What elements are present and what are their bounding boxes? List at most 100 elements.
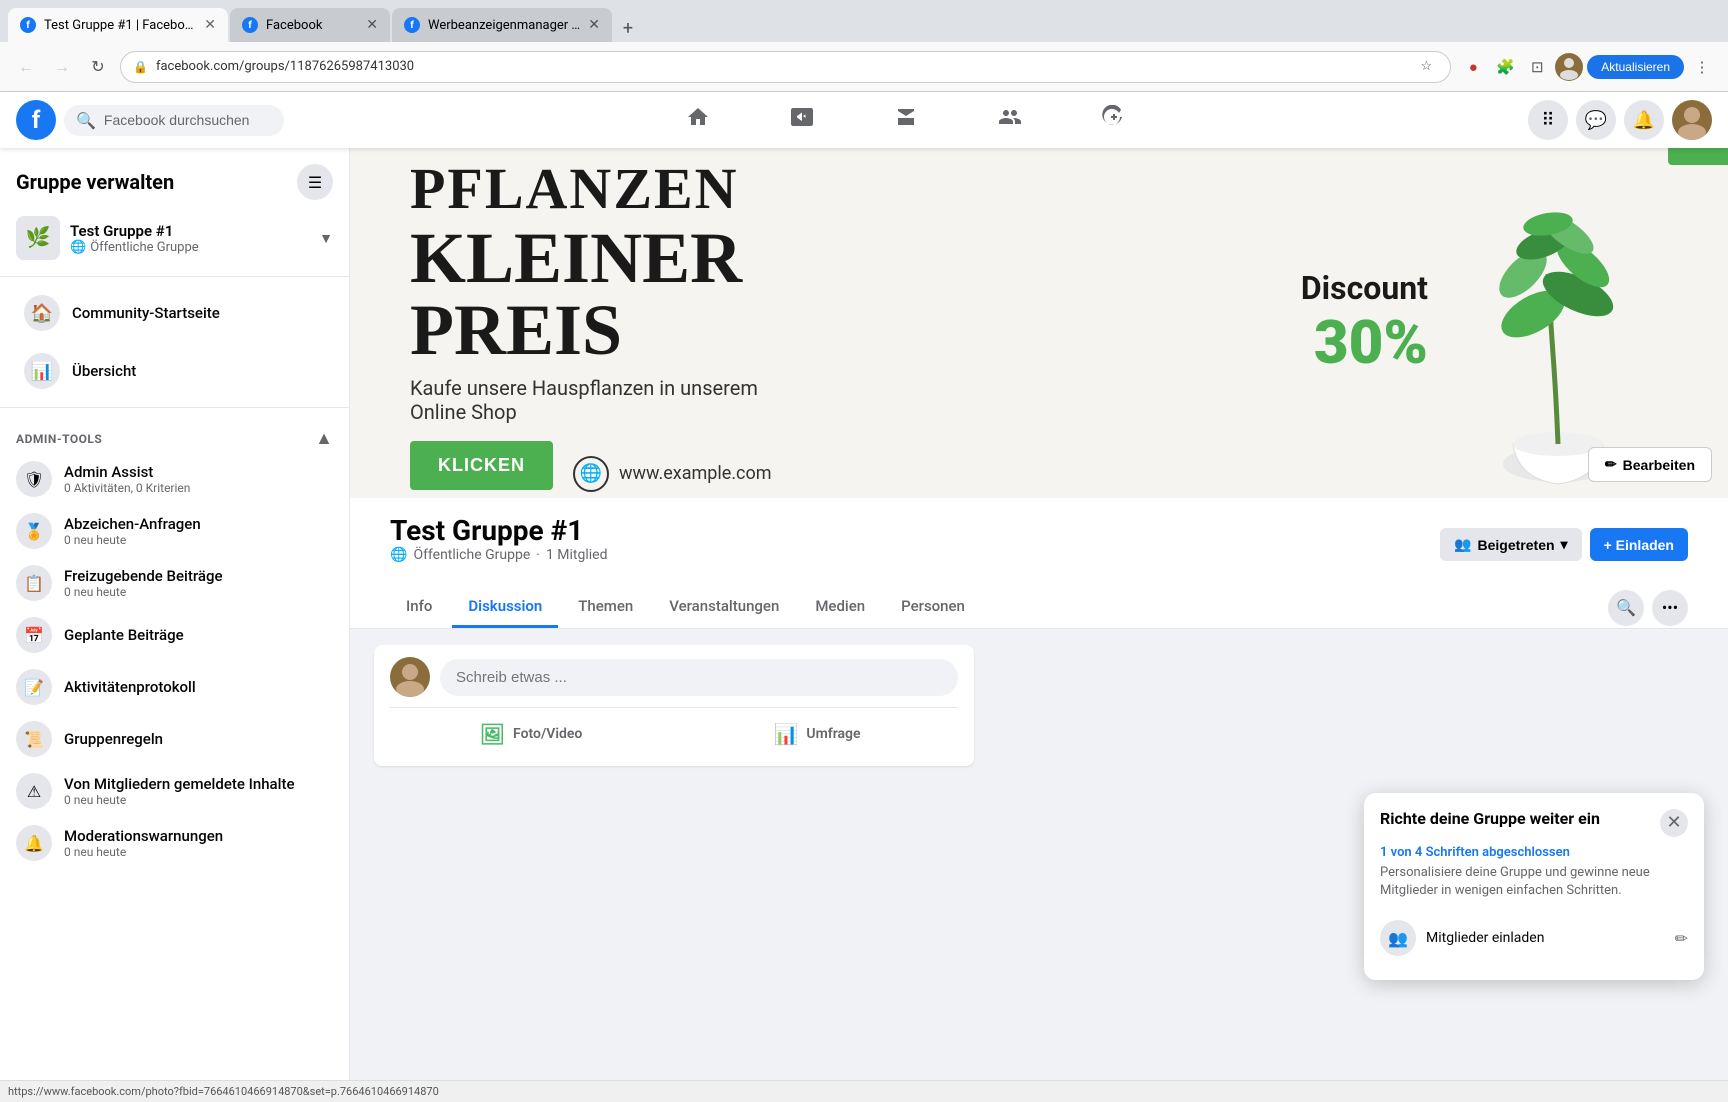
more-tab-btn[interactable]: ••• — [1652, 590, 1688, 626]
fb-nav-center — [284, 96, 1528, 144]
setup-item-edit-icon[interactable]: ✏ — [1675, 929, 1688, 948]
badge-sub: 0 neu heute — [64, 533, 333, 547]
badge-info: Abzeichen-Anfragen 0 neu heute — [64, 515, 333, 547]
admin-item-badge[interactable]: 🏅 Abzeichen-Anfragen 0 neu heute — [0, 505, 349, 557]
menu-icon[interactable]: ⋮ — [1688, 53, 1716, 81]
search-icon: 🔍 — [76, 111, 96, 130]
sidebar-item-overview[interactable]: 📊 Übersicht — [8, 343, 341, 399]
tab-topics[interactable]: Themen — [562, 587, 649, 628]
sidebar-toggle-btn[interactable]: ☰ — [297, 164, 333, 200]
community-icon: 🏠 — [24, 295, 60, 331]
nav-home[interactable] — [648, 96, 748, 144]
admin-item-mod-warnings[interactable]: 🔔 Moderationswarnungen 0 neu heute — [0, 817, 349, 869]
refresh-btn[interactable]: ↻ — [84, 53, 112, 81]
poll-btn[interactable]: 📊 Umfrage — [676, 714, 958, 754]
admin-item-reported[interactable]: ⚠ Von Mitgliedern gemeldete Inhalte 0 ne… — [0, 765, 349, 817]
split-view-icon[interactable]: ⊡ — [1523, 53, 1551, 81]
sidebar-item-community[interactable]: 🏠 Community-Startseite — [8, 285, 341, 341]
tab-people[interactable]: Personen — [885, 587, 981, 628]
banner-pflanzen: PFLANZEN — [410, 155, 1301, 222]
scheduled-icon: 📅 — [16, 617, 52, 653]
gaming-icon — [1102, 105, 1126, 135]
forward-btn[interactable]: → — [48, 53, 76, 81]
pending-sub: 0 neu heute — [64, 585, 333, 599]
admin-item-admin-assist[interactable]: 🛡 Admin Assist 0 Aktivitäten, 0 Kriterie… — [0, 453, 349, 505]
fb-search-bar[interactable]: 🔍 — [64, 105, 284, 136]
activity-log-info: Aktivitätenprotokoll — [64, 678, 333, 696]
search-input[interactable] — [104, 112, 264, 128]
nav-marketplace[interactable] — [856, 96, 956, 144]
group-name-title: Test Gruppe #1 — [390, 514, 607, 547]
new-tab-btn[interactable]: + — [614, 14, 642, 42]
joined-icon: 👥 — [1454, 536, 1471, 553]
photo-video-btn[interactable]: 🖼 Foto/Video — [390, 714, 672, 754]
extension-icon-red[interactable]: ● — [1459, 53, 1487, 81]
admin-item-scheduled[interactable]: 📅 Geplante Beiträge — [0, 609, 349, 661]
pending-label: Freizugebende Beiträge — [64, 567, 333, 585]
setup-invite-icon: 👥 — [1380, 920, 1416, 956]
nav-video[interactable] — [752, 96, 852, 144]
messenger-btn[interactable]: 💬 — [1576, 100, 1616, 140]
group-name: Test Gruppe #1 — [70, 222, 309, 240]
tab-info[interactable]: Info — [390, 587, 448, 628]
discount-pct: 30% — [1314, 307, 1428, 378]
extensions-icon[interactable]: 🧩 — [1491, 53, 1519, 81]
tab-close-2[interactable]: ✕ — [366, 17, 378, 33]
tab-events[interactable]: Veranstaltungen — [653, 587, 795, 628]
user-avatar[interactable] — [1672, 100, 1712, 140]
banner-kleiner-preis: KLEINER PREIS — [410, 222, 1301, 366]
tab-favicon-3: f — [404, 17, 420, 33]
edit-cover-btn[interactable]: ✏ Bearbeiten — [1588, 447, 1712, 482]
reported-label: Von Mitgliedern gemeldete Inhalte — [64, 775, 333, 793]
browser-tab-3[interactable]: f Werbeanzeigenmanager - Wer... ✕ — [392, 8, 612, 42]
admin-assist-icon: 🛡 — [16, 461, 52, 497]
banner-klicken-btn[interactable]: KLICKEN — [410, 441, 553, 490]
nav-groups[interactable] — [960, 96, 1060, 144]
invite-btn[interactable]: + Einladen — [1590, 528, 1688, 561]
banner-website: 🌐 www.example.com — [573, 456, 772, 492]
setup-close-btn[interactable]: ✕ — [1660, 809, 1688, 837]
post-input[interactable] — [440, 659, 958, 696]
browser-tab-2[interactable]: f Facebook ✕ — [230, 8, 390, 42]
search-tab-btn[interactable]: 🔍 — [1608, 590, 1644, 626]
admin-tools-title: Admin-Tools — [16, 432, 102, 446]
edit-icon: ✏ — [1605, 456, 1617, 473]
nav-gaming[interactable] — [1064, 96, 1164, 144]
tab-media[interactable]: Medien — [799, 587, 881, 628]
update-btn[interactable]: Aktualisieren — [1587, 55, 1684, 79]
browser-profile-icon[interactable] — [1555, 53, 1583, 81]
back-btn[interactable]: ← — [12, 53, 40, 81]
tab-close-1[interactable]: ✕ — [204, 17, 216, 33]
poll-label: Umfrage — [806, 726, 860, 742]
browser-tab-1[interactable]: f Test Gruppe #1 | Facebook ✕ — [8, 8, 228, 42]
setup-header: Richte deine Gruppe weiter ein ✕ — [1380, 809, 1688, 837]
group-title: Test Gruppe #1 🌐 Öffentliche Gruppe · 1 … — [390, 514, 607, 575]
group-type: 🌐 Öffentliche Gruppe — [70, 240, 309, 255]
apps-btn[interactable]: ⠿ — [1528, 100, 1568, 140]
rules-icon: 📜 — [16, 721, 52, 757]
reported-sub: 0 neu heute — [64, 793, 333, 807]
joined-btn[interactable]: 👥 Beigetreten ▾ — [1440, 528, 1582, 561]
admin-item-activity-log[interactable]: 📝 Aktivitätenprotokoll — [0, 661, 349, 713]
notifications-btn[interactable]: 🔔 — [1624, 100, 1664, 140]
url-bar[interactable]: 🔒 facebook.com/groups/11876265987413030 … — [120, 51, 1451, 83]
globe-icon: 🌐 — [573, 456, 609, 492]
tab-actions: 🔍 ••• — [1608, 590, 1688, 626]
mod-warnings-icon: 🔔 — [16, 825, 52, 861]
group-title-row: Test Gruppe #1 🌐 Öffentliche Gruppe · 1 … — [390, 514, 1688, 587]
post-box: 🖼 Foto/Video 📊 Umfrage — [374, 645, 974, 766]
admin-item-pending[interactable]: 📋 Freizugebende Beiträge 0 neu heute — [0, 557, 349, 609]
admin-item-rules[interactable]: 📜 Gruppenregeln — [0, 713, 349, 765]
group-item[interactable]: 🌿 Test Gruppe #1 🌐 Öffentliche Gruppe ▼ — [0, 208, 349, 268]
video-icon — [790, 105, 814, 135]
setup-title: Richte deine Gruppe weiter ein — [1380, 809, 1600, 828]
admin-assist-sub: 0 Aktivitäten, 0 Kriterien — [64, 481, 333, 495]
admin-collapse-btn[interactable]: ▲ — [315, 428, 333, 449]
tab-discussion[interactable]: Diskussion — [452, 587, 558, 628]
tab-close-3[interactable]: ✕ — [588, 17, 600, 33]
bookmark-icon[interactable]: ☆ — [1414, 55, 1438, 79]
setup-desc: Personalisiere deine Gruppe und gewinne … — [1380, 864, 1688, 900]
banner-sub: Kaufe unsere Hauspflanzen in unserem Onl… — [410, 376, 1301, 424]
home-icon — [686, 105, 710, 135]
setup-invite-item[interactable]: 👥 Mitglieder einladen ✏ — [1380, 912, 1688, 964]
